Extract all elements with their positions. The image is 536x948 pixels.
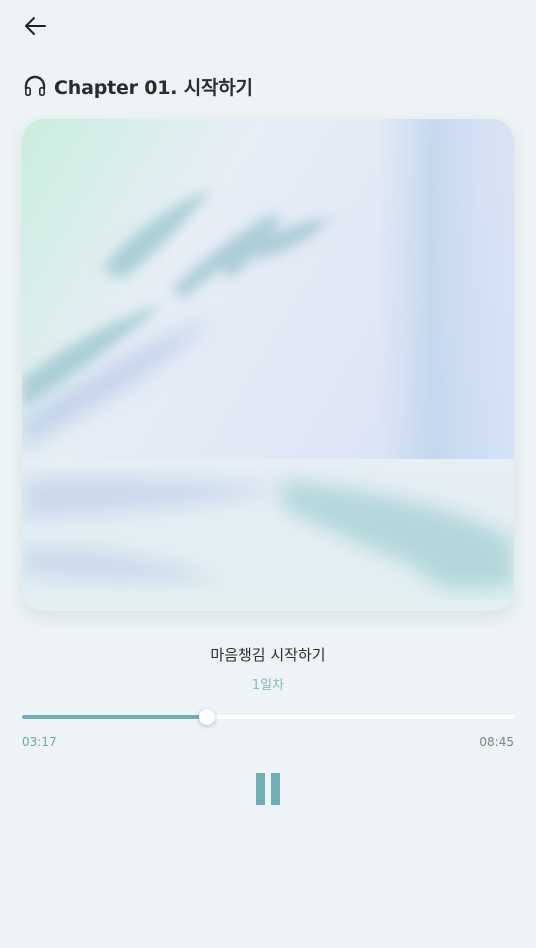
elapsed-time: 03:17 bbox=[22, 735, 57, 749]
track-title: 마음챙김 시작하기 bbox=[210, 646, 326, 664]
page-header: Chapter 01. 시작하기 bbox=[22, 70, 253, 102]
pause-button[interactable] bbox=[248, 768, 288, 808]
page-title: Chapter 01. 시작하기 bbox=[54, 76, 253, 99]
progress-thumb[interactable] bbox=[198, 709, 215, 725]
cover-image bbox=[22, 119, 514, 611]
progress-fill bbox=[22, 715, 207, 719]
cover-artwork bbox=[22, 119, 514, 611]
headphones-icon bbox=[24, 75, 46, 96]
back-button[interactable] bbox=[22, 12, 50, 40]
arrow-left-icon bbox=[25, 17, 46, 35]
track-subtitle: 1일차 bbox=[251, 678, 285, 693]
total-time: 08:45 bbox=[479, 735, 514, 749]
progress-slider[interactable] bbox=[22, 709, 514, 725]
